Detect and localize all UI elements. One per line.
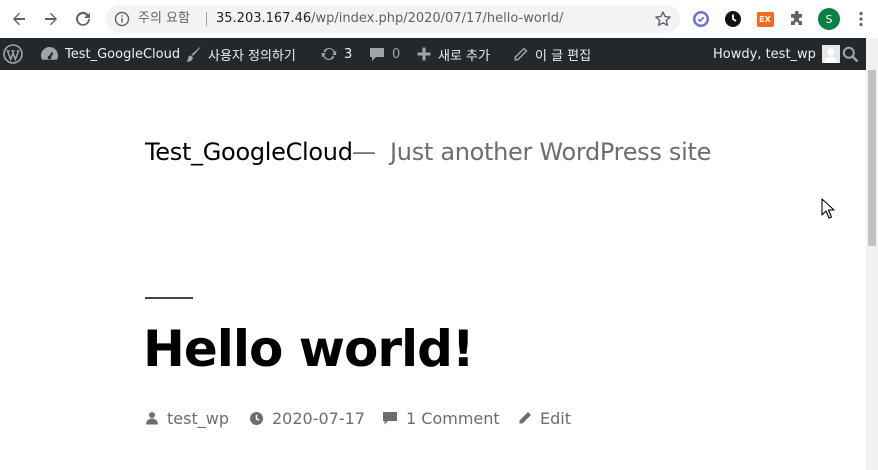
back-button[interactable] <box>7 7 31 31</box>
plus-icon <box>417 47 431 61</box>
post-comments-link[interactable]: 1 Comment <box>382 407 500 429</box>
comments-text: 1 Comment <box>406 408 500 428</box>
extensions-button[interactable] <box>787 9 807 29</box>
updates-icon <box>321 47 337 61</box>
reload-icon <box>76 11 90 26</box>
mouse-cursor-icon <box>821 198 835 219</box>
edit-post-label: 이 글 편집 <box>535 48 592 64</box>
person-icon <box>146 412 158 425</box>
edit-post-link[interactable]: 이 글 편집 <box>512 38 591 70</box>
omnibox-divider <box>206 12 207 26</box>
browser-menu-button[interactable] <box>851 9 871 29</box>
check-badge-icon <box>693 11 709 27</box>
site-name-label: Test_GoogleCloud <box>65 46 181 62</box>
comments-link[interactable]: 0 <box>368 38 400 70</box>
extension-ex-button[interactable]: EX <box>755 9 775 29</box>
site-description: Just another WordPress site <box>390 138 712 166</box>
new-content-link[interactable]: 새로 추가 <box>416 38 490 70</box>
new-content-label: 새로 추가 <box>438 48 490 64</box>
ex-badge: EX <box>756 11 774 27</box>
site-title-separator: — <box>352 138 376 166</box>
extension-clock-button[interactable] <box>723 9 743 29</box>
clock-icon <box>250 411 263 425</box>
pencil-icon <box>519 411 531 423</box>
address-bar[interactable]: 주의 요함 35.203.167.46/wp/index.php/2020/07… <box>106 5 680 33</box>
title-divider <box>145 297 193 299</box>
puzzle-icon <box>791 10 802 25</box>
my-account-link[interactable]: Howdy, test_wp <box>713 38 840 70</box>
url-path: /wp/index.php/2020/07/17/hello-world/ <box>311 11 564 26</box>
back-arrow-icon <box>13 12 25 26</box>
edit-text: Edit <box>540 408 571 428</box>
reload-button[interactable] <box>71 7 95 31</box>
paintbrush-icon <box>186 46 201 62</box>
info-icon[interactable] <box>114 11 130 27</box>
browser-toolbar: 주의 요함 35.203.167.46/wp/index.php/2020/07… <box>0 0 878 38</box>
author-name: test_wp <box>167 408 229 428</box>
comment-bubble-icon <box>383 411 397 424</box>
comment-bubble-icon <box>370 47 384 61</box>
search-icon <box>842 46 859 62</box>
wp-admin-bar: Test_GoogleCloud 사용자 정의하기 3 0 새로 추가 이 글 … <box>0 38 866 70</box>
security-warning[interactable]: 주의 요함 <box>138 11 190 27</box>
scrollbar-thumb[interactable] <box>868 70 876 246</box>
updates-link[interactable]: 3 <box>320 38 352 70</box>
post-date[interactable]: 2020-07-17 <box>249 407 365 429</box>
post-edit-link[interactable]: Edit <box>517 407 571 429</box>
url-host: 35.203.167.46 <box>216 11 312 26</box>
extension-check-button[interactable] <box>691 9 711 29</box>
wordpress-logo-icon <box>3 44 23 64</box>
site-title-link[interactable]: Test_GoogleCloud <box>145 138 353 166</box>
wp-logo-button[interactable] <box>3 38 29 70</box>
post-author[interactable]: test_wp <box>145 407 229 429</box>
forward-arrow-icon <box>45 12 57 26</box>
post-title: Hello world! <box>143 320 475 378</box>
clock-icon <box>725 11 741 27</box>
url-text[interactable]: 35.203.167.46/wp/index.php/2020/07/17/he… <box>216 11 563 27</box>
bookmark-star-icon[interactable] <box>654 10 672 28</box>
pencil-icon <box>514 47 528 60</box>
kebab-menu-icon <box>859 11 863 27</box>
customize-label: 사용자 정의하기 <box>208 48 296 64</box>
adminbar-search-button[interactable] <box>842 38 865 70</box>
updates-count: 3 <box>344 46 353 62</box>
howdy-label: Howdy, test_wp <box>713 46 816 62</box>
profile-avatar-button[interactable]: S <box>818 8 840 30</box>
comments-count: 0 <box>392 46 401 62</box>
profile-avatar: S <box>818 8 840 30</box>
forward-button[interactable] <box>39 7 63 31</box>
dashboard-gauge-icon <box>40 46 59 60</box>
date-text: 2020-07-17 <box>272 408 365 428</box>
customize-link[interactable]: 사용자 정의하기 <box>185 38 296 70</box>
site-name-link[interactable]: Test_GoogleCloud <box>40 38 180 70</box>
user-avatar-icon <box>821 45 840 63</box>
